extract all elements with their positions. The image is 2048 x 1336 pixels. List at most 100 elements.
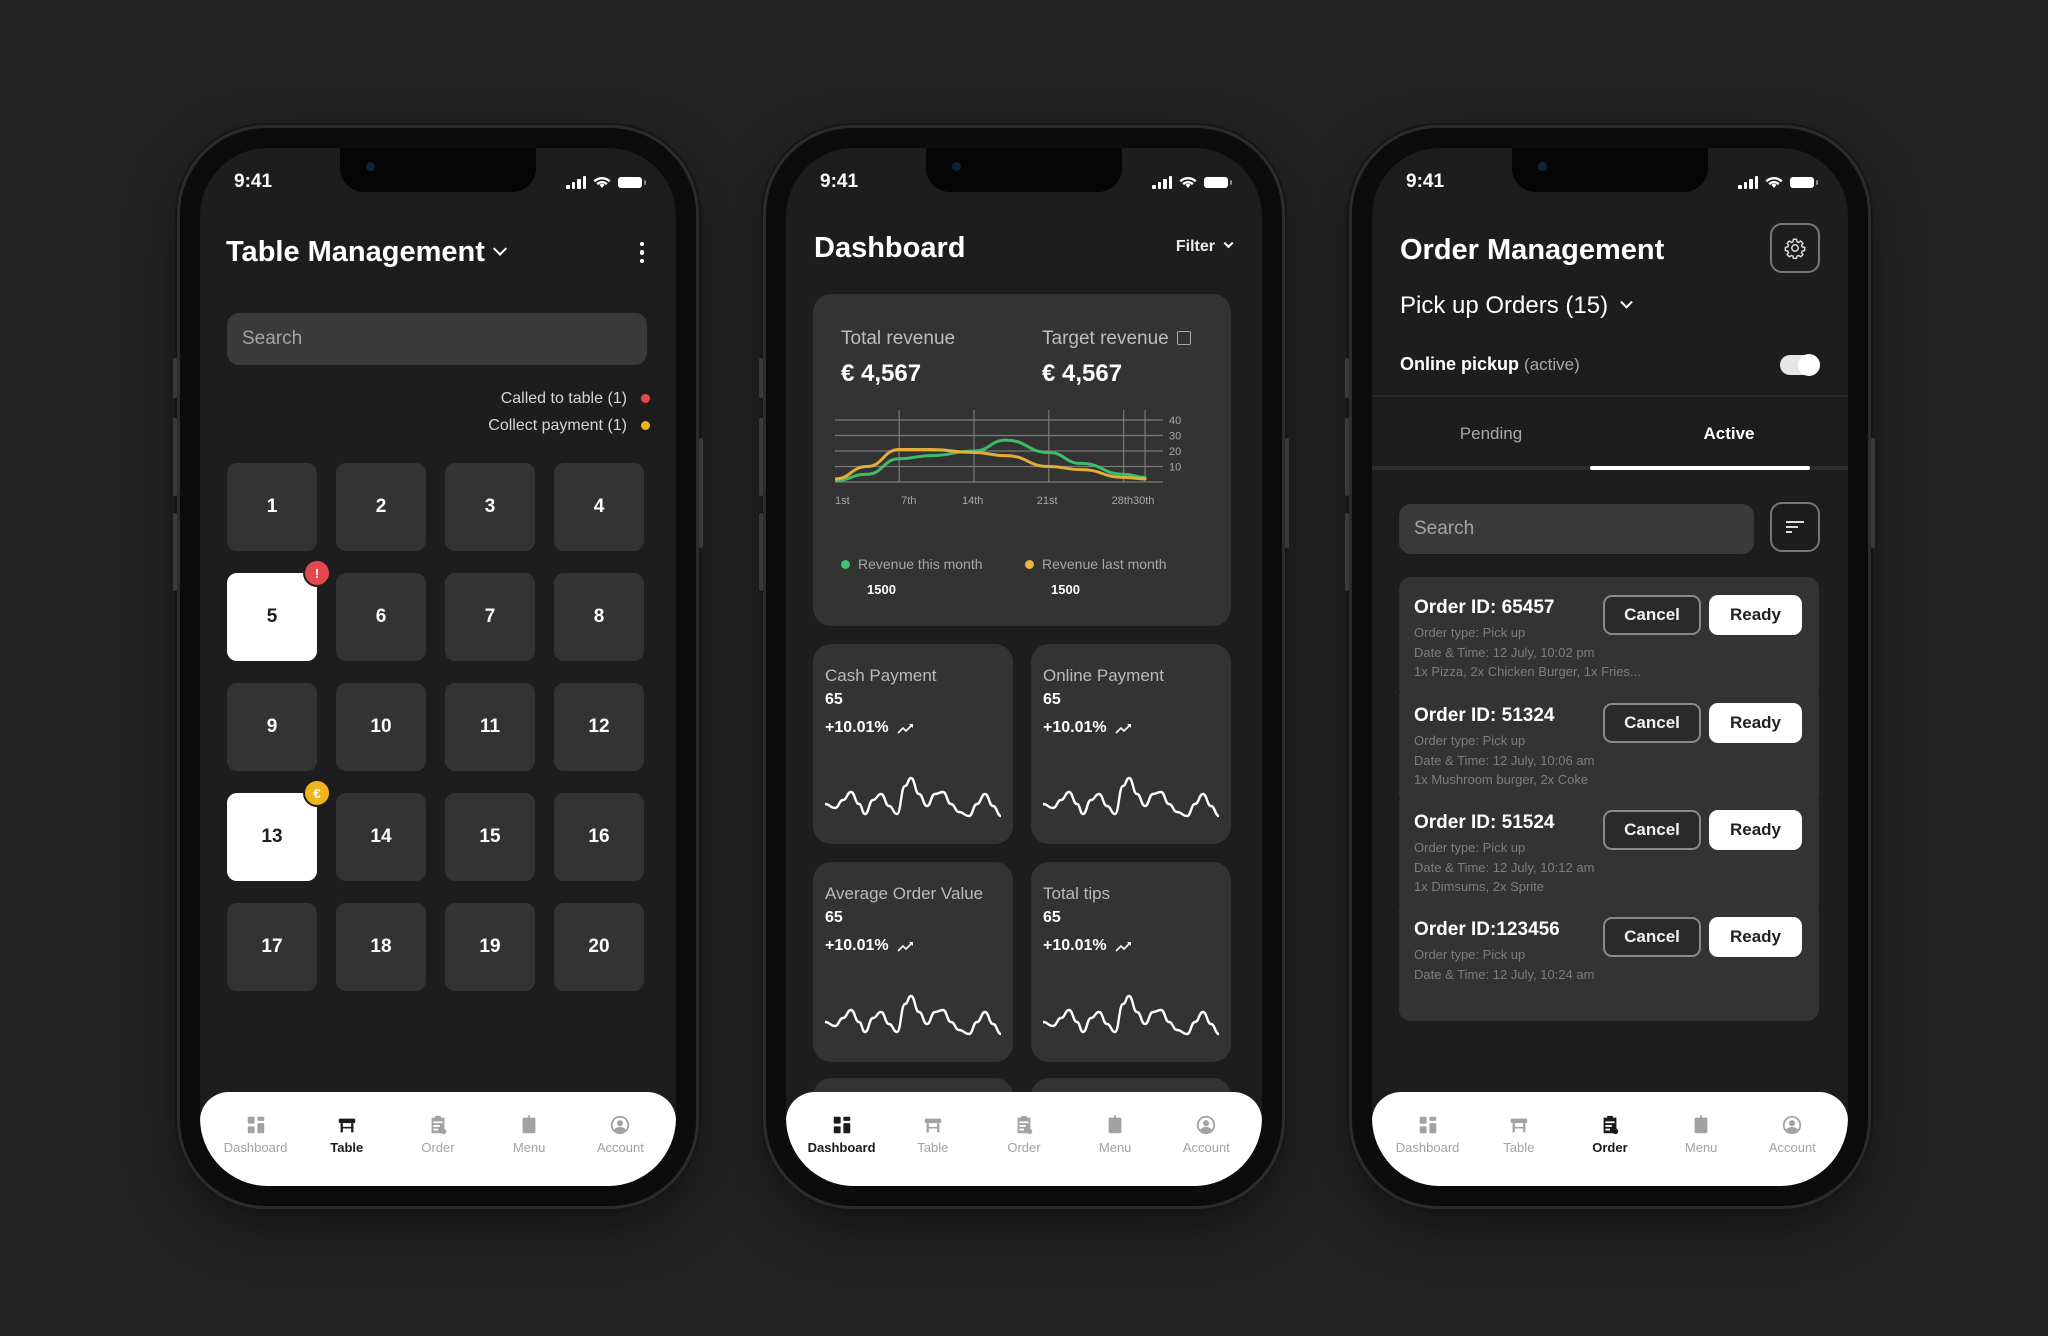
table-number: 8 xyxy=(593,606,605,627)
more-options-icon[interactable] xyxy=(634,238,651,268)
table-tile[interactable]: 16 xyxy=(554,793,644,881)
nav-item-table[interactable]: Table xyxy=(1476,1114,1562,1155)
y-tick-label: 30 xyxy=(1169,431,1181,443)
order-search-input[interactable]: Search xyxy=(1399,504,1754,554)
table-tile[interactable]: 15 xyxy=(445,793,535,881)
page-title-dropdown[interactable]: Table Management xyxy=(226,236,507,269)
table-tile[interactable]: 5! xyxy=(227,559,331,661)
edit-icon[interactable] xyxy=(1176,331,1191,345)
stat-card[interactable]: Cash Payment 65 +10.01% xyxy=(813,644,1013,844)
revenue-card: Total revenue € 4,567 Target revenue € 4… xyxy=(813,294,1231,626)
table-number: 20 xyxy=(588,936,610,957)
order-type: Order type: Pick up xyxy=(1414,840,1526,855)
tab-active[interactable]: Active xyxy=(1610,406,1848,470)
dashboard-grid-icon xyxy=(1419,1116,1436,1134)
online-pickup-toggle[interactable] xyxy=(1780,353,1820,376)
stat-label: Average Order Value xyxy=(825,884,984,903)
collect-payment-badge: € xyxy=(303,779,331,807)
phone-mute-switch xyxy=(759,358,763,398)
notch xyxy=(340,148,536,192)
chevron-down-icon xyxy=(1223,237,1234,248)
order-items: 1x Pizza, 2x Chicken Burger, 1x Fries... xyxy=(1414,664,1641,679)
legend-last-month: Revenue last month 1500 xyxy=(1025,556,1167,597)
account-icon xyxy=(1783,1115,1802,1135)
table-tile[interactable]: 9 xyxy=(227,683,317,771)
nav-item-account[interactable]: Account xyxy=(577,1114,663,1155)
nav-item-order[interactable]: Order xyxy=(981,1114,1067,1155)
nav-item-dashboard[interactable]: Dashboard xyxy=(213,1114,299,1155)
table-tile[interactable]: 1 xyxy=(227,463,317,551)
nav-item-table[interactable]: Table xyxy=(304,1114,390,1155)
phone-volume-down xyxy=(173,513,177,591)
nav-item-order[interactable]: Order xyxy=(395,1114,481,1155)
ready-order-button[interactable]: Ready xyxy=(1709,917,1802,957)
nav-label: Account xyxy=(1182,1140,1230,1155)
table-tile[interactable]: 10 xyxy=(336,683,426,771)
nav-item-account[interactable]: Account xyxy=(1163,1114,1249,1155)
nav-item-dashboard[interactable]: Dashboard xyxy=(799,1114,885,1155)
order-datetime: Date & Time: 12 July, 10:06 am xyxy=(1414,752,1595,768)
table-search-input[interactable]: Search xyxy=(227,313,647,365)
online-pickup-label: Online pickup xyxy=(1400,354,1520,374)
dashboard-grid-icon xyxy=(247,1116,264,1134)
wifi-icon xyxy=(593,176,611,188)
table-tile[interactable]: 7 xyxy=(445,573,535,661)
filter-button[interactable] xyxy=(1770,502,1820,552)
order-card[interactable]: Order ID: 65457 Order type: Pick up Date &… xyxy=(1399,577,1819,699)
pickup-orders-dropdown[interactable]: Pick up Orders (15) xyxy=(1400,292,1633,320)
order-card[interactable]: Order ID: 51324 Order type: Pick up Date &… xyxy=(1399,685,1819,807)
table-tile[interactable]: 18 xyxy=(336,903,426,991)
legend-this-month-value: 1500 xyxy=(867,582,896,597)
filter-dropdown[interactable]: Filter xyxy=(1176,237,1234,256)
total-revenue-value: € 4,567 xyxy=(841,360,922,387)
ready-order-button[interactable]: Ready xyxy=(1709,810,1802,850)
cancel-order-button[interactable]: Cancel xyxy=(1603,703,1701,743)
table-tile[interactable]: 19 xyxy=(445,903,535,991)
ready-order-button[interactable]: Ready xyxy=(1709,703,1802,743)
nav-label: Table xyxy=(1503,1140,1535,1155)
order-card[interactable]: Order ID: 51524 Order type: Pick up Date &… xyxy=(1399,792,1819,914)
nav-item-menu[interactable]: Menu xyxy=(1072,1114,1158,1155)
bottom-nav: Dashboard Table Order Menu Account xyxy=(1372,1092,1848,1186)
order-type: Order type: Pick up xyxy=(1414,733,1526,748)
nav-item-menu[interactable]: Menu xyxy=(1658,1114,1744,1155)
table-tile[interactable]: 8 xyxy=(554,573,644,661)
nav-item-account[interactable]: Account xyxy=(1749,1114,1835,1155)
table-tile[interactable]: 17 xyxy=(227,903,317,991)
x-tick-label: 21st xyxy=(1037,495,1058,507)
table-tile[interactable]: 13 € xyxy=(227,779,331,881)
stat-card[interactable]: Online Payment 65 +10.01% xyxy=(1031,644,1231,844)
tab-pending[interactable]: Pending xyxy=(1372,406,1610,470)
table-tile[interactable]: 14 xyxy=(336,793,426,881)
signal-icon xyxy=(566,175,586,189)
wifi-icon xyxy=(1179,176,1197,188)
order-clipboard-icon xyxy=(1017,1115,1033,1135)
table-tile[interactable]: 2 xyxy=(336,463,426,551)
table-tile[interactable]: 20 xyxy=(554,903,644,991)
cancel-order-button[interactable]: Cancel xyxy=(1603,917,1701,957)
table-tile[interactable]: 4 xyxy=(554,463,644,551)
phone-volume-down xyxy=(759,513,763,591)
nav-item-order[interactable]: Order xyxy=(1567,1114,1653,1155)
nav-item-menu[interactable]: Menu xyxy=(486,1114,572,1155)
trend-up-icon xyxy=(897,724,913,734)
settings-button[interactable] xyxy=(1770,223,1820,273)
cancel-order-button[interactable]: Cancel xyxy=(1603,595,1701,635)
table-tile[interactable]: 11 xyxy=(445,683,535,771)
stat-card[interactable]: Total tips 65 +10.01% xyxy=(1031,862,1231,1062)
order-id: Order ID: 51524 xyxy=(1414,812,1555,833)
nav-item-dashboard[interactable]: Dashboard xyxy=(1385,1114,1471,1155)
table-tile[interactable]: 12 xyxy=(554,683,644,771)
camera xyxy=(1538,162,1547,171)
nav-label: Order xyxy=(1592,1140,1628,1155)
order-card[interactable]: Order ID:123456 Order type: Pick up Date &… xyxy=(1399,899,1819,1021)
nav-label: Menu xyxy=(1098,1140,1132,1155)
ready-order-button[interactable]: Ready xyxy=(1709,595,1802,635)
table-tile[interactable]: 3 xyxy=(445,463,535,551)
stat-card[interactable]: Average Order Value 65 +10.01% xyxy=(813,862,1013,1062)
cancel-order-button[interactable]: Cancel xyxy=(1603,810,1701,850)
nav-item-table[interactable]: Table xyxy=(890,1114,976,1155)
phone-volume-up xyxy=(1345,418,1349,496)
order-id: Order ID: 65457 xyxy=(1414,597,1555,618)
table-tile[interactable]: 6 xyxy=(336,573,426,661)
